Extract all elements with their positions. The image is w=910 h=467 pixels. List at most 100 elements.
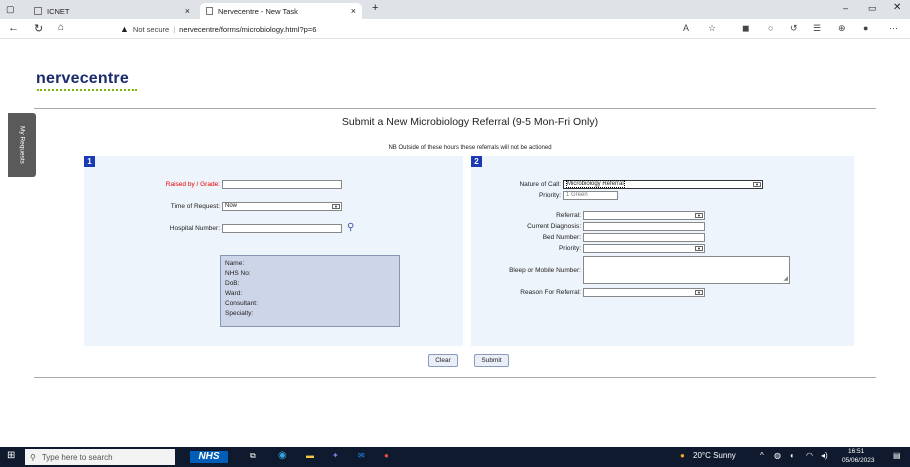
current-diagnosis-input[interactable]	[583, 222, 705, 231]
hospital-number-label: Hospital Number:	[169, 225, 220, 232]
page-title: Submit a New Microbiology Referral (9-5 …	[341, 116, 599, 128]
search-icon[interactable]: ⚲	[347, 222, 354, 233]
bed-number-input[interactable]	[583, 233, 705, 242]
time-of-request-select[interactable]: Now ▼	[222, 202, 342, 211]
browser-tab-bar: ▢ ICNET × Nervecentre - New Task × + – ▭…	[0, 0, 910, 19]
address-bar: ← ↻ ⌂ ▲ Not secure | nervecentre/forms/m…	[0, 19, 910, 39]
tab-label: Nervecentre - New Task	[218, 6, 298, 16]
clear-button[interactable]: Clear	[428, 354, 458, 367]
bed-number-label: Bed Number:	[542, 234, 581, 241]
window-menu-icon[interactable]: ▢	[6, 4, 15, 15]
nature-of-call-value: Microbiology Referral	[566, 180, 625, 188]
chevron-down-icon: ▼	[695, 246, 703, 251]
raised-by-label: Raised by / Grade:	[165, 181, 220, 188]
weather-text[interactable]: 20°C Sunny	[693, 451, 736, 460]
chevron-down-icon: ▼	[332, 204, 340, 209]
section-2-number: 2	[471, 156, 482, 167]
close-window-icon[interactable]: ✕	[893, 2, 901, 13]
chevron-down-icon: ▼	[695, 290, 703, 295]
raised-by-input[interactable]	[222, 180, 342, 189]
back-icon[interactable]: ←	[8, 22, 19, 34]
outlook-icon[interactable]: ✉	[358, 451, 365, 460]
edge-icon[interactable]: ◉	[278, 450, 287, 461]
bleep-number-textarea[interactable]: ◢	[583, 256, 790, 284]
referral-label: Referral:	[556, 212, 581, 219]
extension-icon[interactable]: ◼	[742, 23, 749, 34]
restore-icon[interactable]: ▭	[868, 3, 877, 14]
time-of-request-label: Time of Request:	[170, 203, 220, 210]
patient-name-label: Name:	[225, 260, 245, 267]
patient-dob-label: DoB:	[225, 280, 240, 287]
time-of-request-value: Now	[225, 203, 238, 209]
new-tab-icon[interactable]: +	[372, 2, 378, 14]
wifi-icon[interactable]: ◠	[806, 451, 813, 460]
divider	[34, 377, 876, 378]
page-subtitle: NB Outside of these hours these referral…	[388, 145, 552, 151]
refresh-icon[interactable]: ↻	[34, 22, 43, 35]
minimize-icon[interactable]: –	[843, 3, 848, 13]
nervecentre-logo: nervecentre	[36, 70, 129, 87]
referral-select[interactable]: ▼	[583, 211, 705, 220]
app-icon[interactable]: ●	[384, 451, 389, 460]
priority-label: Priority:	[538, 192, 561, 199]
url-text: nervecentre/forms/microbiology.html?p=6	[179, 24, 317, 34]
favorites-icon[interactable]: ☰	[813, 23, 821, 34]
profile-icon[interactable]: ●	[863, 23, 868, 33]
close-icon[interactable]: ×	[351, 6, 356, 16]
resize-handle-icon[interactable]: ◢	[783, 276, 788, 283]
clock-date[interactable]: 05/06/2023	[842, 457, 875, 464]
taskbar-search[interactable]: ⚲ Type here to search	[25, 449, 175, 465]
reason-for-referral-label: Reason For Referral:	[520, 289, 581, 296]
more-icon[interactable]: ⋯	[889, 23, 898, 34]
reason-for-referral-select[interactable]: ▼	[583, 288, 705, 297]
tab-nervecentre[interactable]: Nervecentre - New Task ×	[200, 3, 362, 19]
chevron-down-icon: ▼	[753, 182, 761, 187]
taskbar: ⊞ ⚲ Type here to search NHS ⧉ ◉ ▬ ✦ ✉ ● …	[0, 447, 910, 467]
page-icon	[34, 7, 42, 15]
home-icon[interactable]: ⌂	[58, 22, 64, 33]
security-label: Not secure	[132, 24, 170, 34]
priority-2-select[interactable]: ▼	[583, 244, 705, 253]
nature-of-call-label: Nature of Call:	[519, 181, 561, 188]
collections-icon[interactable]: ⊕	[838, 23, 846, 34]
patient-specialty-label: Specialty:	[225, 310, 254, 317]
url-field[interactable]: ▲ Not secure | nervecentre/forms/microbi…	[120, 22, 316, 36]
bleep-number-label: Bleep or Mobile Number:	[509, 267, 581, 274]
patient-details-box: Name: NHS No: DoB: Ward: Consultant: Spe…	[220, 255, 400, 327]
volume-icon[interactable]: ◂)	[821, 451, 828, 460]
teams-icon[interactable]: ✦	[332, 451, 339, 460]
hospital-number-input[interactable]	[222, 224, 342, 233]
weather-icon: ●	[680, 451, 685, 460]
drop-icon[interactable]: ○	[768, 23, 773, 33]
search-placeholder: Type here to search	[41, 452, 113, 462]
close-icon[interactable]: ×	[185, 6, 190, 16]
tab-icnet[interactable]: ICNET ×	[28, 3, 196, 19]
read-aloud-icon[interactable]: A	[683, 23, 689, 33]
page-icon	[206, 7, 213, 15]
section-1-number: 1	[84, 156, 95, 167]
priority-field: 1 Green	[563, 191, 618, 200]
submit-button[interactable]: Submit	[474, 354, 509, 367]
priority-2-label: Priority:	[558, 245, 581, 252]
clock-time[interactable]: 16:51	[848, 448, 864, 455]
task-view-icon[interactable]: ⧉	[250, 451, 256, 461]
nature-of-call-select[interactable]: Microbiology Referral ▼	[563, 180, 763, 189]
nhs-logo[interactable]: NHS	[190, 451, 228, 463]
teams-tray-icon[interactable]: ◐	[790, 451, 795, 460]
tab-label: ICNET	[47, 6, 70, 16]
search-icon: ⚲	[30, 452, 36, 462]
patient-ward-label: Ward:	[225, 290, 243, 297]
patient-consultant-label: Consultant:	[225, 300, 258, 307]
warning-icon: ▲	[120, 24, 129, 34]
windows-start-icon[interactable]: ⊞	[7, 450, 15, 461]
favorites-add-icon[interactable]: ☆	[708, 23, 716, 34]
current-diagnosis-label: Current Diagnosis:	[527, 223, 581, 230]
divider	[34, 108, 876, 109]
file-explorer-icon[interactable]: ▬	[306, 451, 314, 460]
logo-underline	[37, 89, 137, 92]
chevron-down-icon: ▼	[695, 213, 703, 218]
network-icon[interactable]: ◍	[774, 451, 781, 460]
chevron-up-icon[interactable]: ^	[760, 451, 764, 460]
notification-icon[interactable]: ▤	[893, 451, 901, 460]
refresh-extension-icon[interactable]: ↺	[790, 23, 798, 34]
